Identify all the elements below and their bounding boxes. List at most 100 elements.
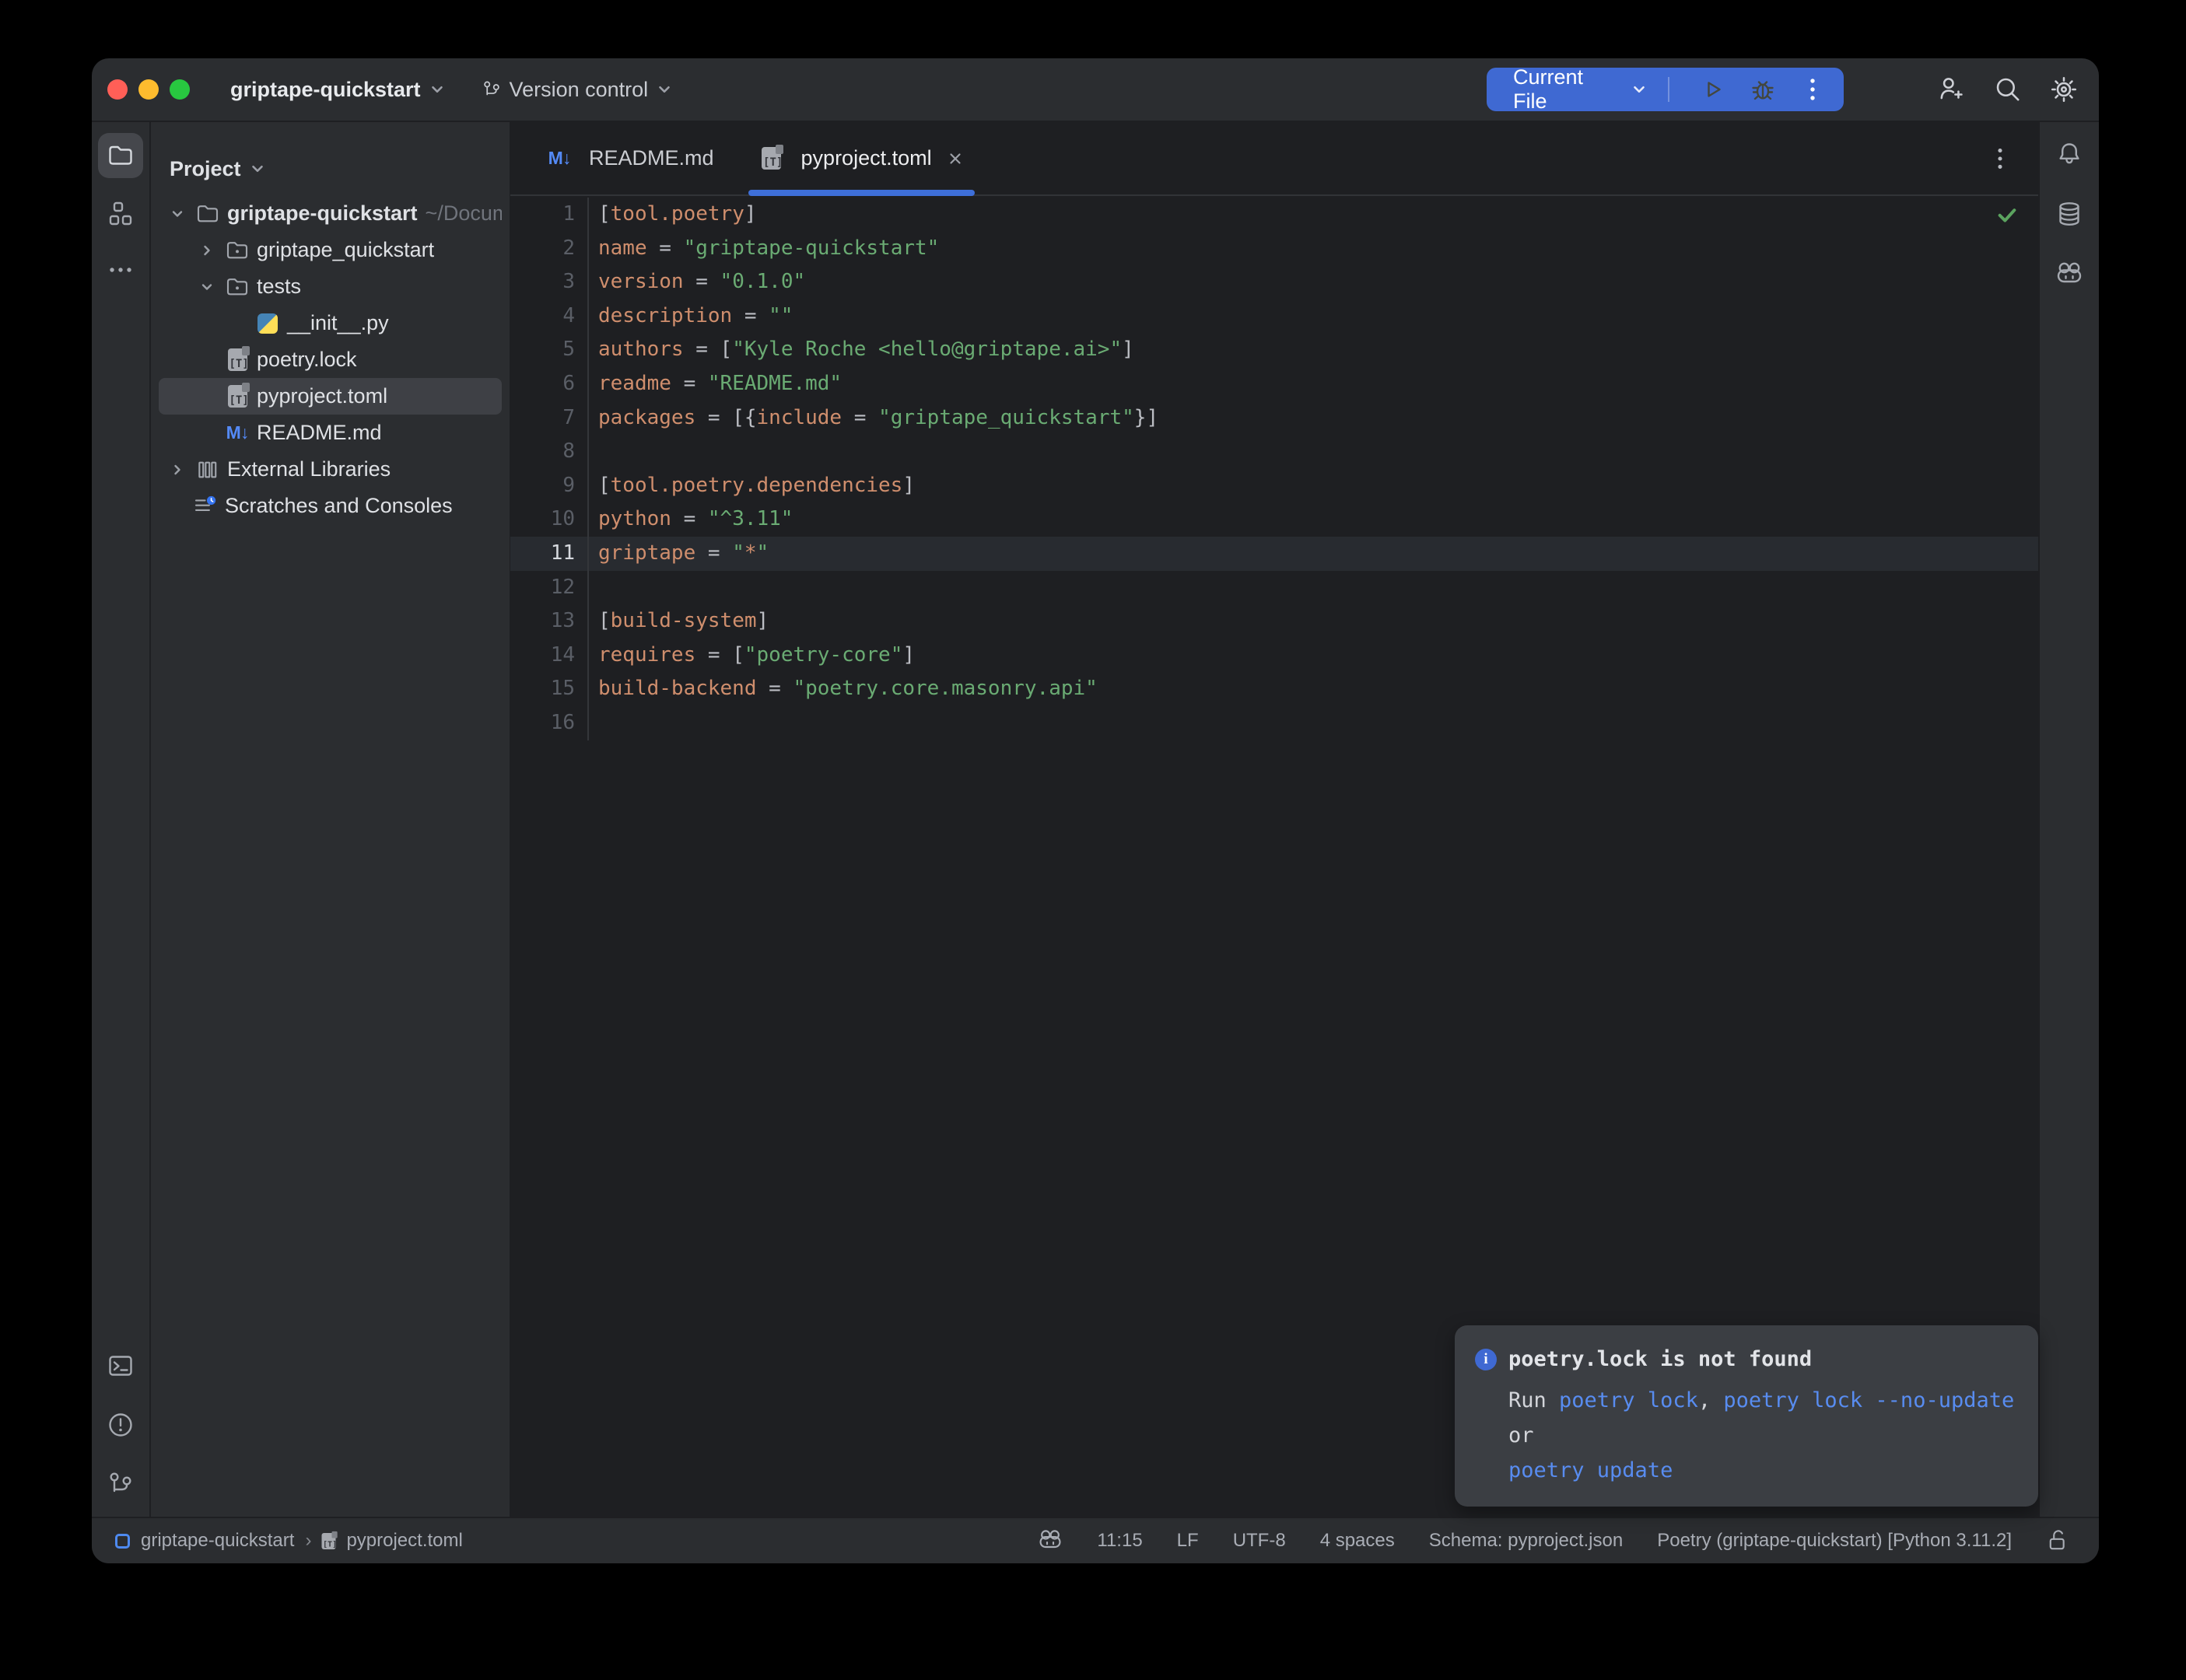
line-number[interactable]: 1	[510, 198, 589, 232]
search-everywhere-icon[interactable]	[1993, 75, 2023, 104]
code-text: requires = ["poetry-core"]	[589, 639, 915, 673]
run-configuration-selector[interactable]: Current File	[1513, 65, 1623, 114]
database-tool-button[interactable]	[2055, 200, 2083, 228]
tab-pyproject-toml[interactable]: [T]pyproject.toml	[742, 122, 981, 194]
tree-item-griptape-quickstart[interactable]: griptape_quickstart	[159, 232, 502, 268]
tree-item--init-py[interactable]: __init__.py	[159, 305, 502, 341]
editor-line-2[interactable]: 2name = "griptape-quickstart"	[510, 232, 2038, 266]
editor-line-13[interactable]: 13[build-system]	[510, 604, 2038, 639]
status-item-utf-8[interactable]: UTF-8	[1233, 1530, 1286, 1552]
tree-item-readme-md[interactable]: M↓README.md	[159, 415, 502, 451]
ai-assistant-tool-button[interactable]	[2055, 261, 2083, 289]
problems-tool-button[interactable]	[107, 1411, 135, 1439]
line-number[interactable]: 3	[510, 265, 589, 299]
notification-header: i poetry.lock is not found	[1475, 1342, 2018, 1377]
inspection-ok-check-icon[interactable]	[1995, 202, 2020, 227]
editor-line-8[interactable]: 8	[510, 435, 2038, 469]
tree-item-scratches-and-consoles[interactable]: Scratches and Consoles	[159, 488, 502, 524]
editor-line-14[interactable]: 14requires = ["poetry-core"]	[510, 639, 2038, 673]
notifications-bell-icon[interactable]	[2055, 139, 2083, 167]
line-number[interactable]: 7	[510, 401, 589, 436]
editor-line-4[interactable]: 4description = ""	[510, 299, 2038, 334]
unlock-icon[interactable]	[2046, 1528, 2071, 1553]
chevron-down-icon[interactable]	[199, 278, 225, 296]
code-with-me-icon[interactable]	[1937, 75, 1967, 104]
structure-tool-button[interactable]	[107, 200, 135, 228]
line-number[interactable]: 14	[510, 639, 589, 673]
debug-button[interactable]	[1749, 75, 1777, 103]
tab-readme-md[interactable]: M↓README.md	[530, 122, 731, 194]
tree-item-poetry-lock[interactable]: [T]poetry.lock	[159, 341, 502, 378]
close-window-button[interactable]	[107, 79, 128, 100]
zoom-window-button[interactable]	[170, 79, 190, 100]
project-selector[interactable]: griptape-quickstart	[230, 78, 446, 102]
editor-line-12[interactable]: 12	[510, 571, 2038, 605]
editor-line-7[interactable]: 7packages = [{include = "griptape_quicks…	[510, 401, 2038, 436]
status-item-11-15[interactable]: 11:15	[1097, 1530, 1142, 1552]
line-number[interactable]: 8	[510, 435, 589, 469]
library-icon	[195, 457, 220, 482]
tree-item-tests[interactable]: tests	[159, 268, 502, 305]
editor-line-16[interactable]: 16	[510, 706, 2038, 740]
line-number[interactable]: 15	[510, 672, 589, 706]
project-panel-title: Project	[170, 157, 241, 181]
line-number[interactable]: 13	[510, 604, 589, 639]
copilot-status-icon[interactable]	[1038, 1528, 1063, 1553]
editor-line-9[interactable]: 9[tool.poetry.dependencies]	[510, 469, 2038, 503]
line-number[interactable]: 9	[510, 469, 589, 503]
line-number[interactable]: 11	[510, 537, 589, 571]
settings-gear-icon[interactable]	[2049, 75, 2079, 104]
vcs-widget[interactable]: Version control	[482, 78, 674, 102]
more-run-options-button[interactable]	[1799, 75, 1827, 103]
tree-item-label: pyproject.toml	[257, 384, 387, 408]
editor-tab-bar: M↓README.md[T]pyproject.toml	[510, 122, 2038, 196]
editor-line-5[interactable]: 5authors = ["Kyle Roche <hello@griptape.…	[510, 333, 2038, 367]
editor-line-6[interactable]: 6readme = "README.md"	[510, 367, 2038, 401]
project-panel-header[interactable]: Project	[151, 122, 510, 194]
terminal-tool-button[interactable]	[107, 1352, 135, 1380]
more-tool-windows-button[interactable]	[107, 256, 135, 284]
editor-column: M↓README.md[T]pyproject.toml 1[tool.poet…	[510, 122, 2038, 1517]
tree-item-external-libraries[interactable]: External Libraries	[159, 451, 502, 488]
status-item-schema-pyproject-json[interactable]: Schema: pyproject.json	[1429, 1530, 1623, 1552]
status-item-poetry-griptape-quickstart-pyt[interactable]: Poetry (griptape-quickstart) [Python 3.1…	[1657, 1530, 2012, 1552]
breadcrumb-project[interactable]: griptape-quickstart	[141, 1530, 294, 1552]
run-button[interactable]	[1699, 75, 1727, 103]
tree-item-griptape-quickstart[interactable]: griptape-quickstart~/Docume	[159, 195, 502, 232]
status-item-lf[interactable]: LF	[1177, 1530, 1199, 1552]
editor[interactable]: 1[tool.poetry]2name = "griptape-quicksta…	[510, 196, 2038, 1517]
project-tool-button[interactable]	[98, 133, 143, 178]
version-control-tool-button[interactable]	[107, 1470, 135, 1498]
breadcrumb-file[interactable]: pyproject.toml	[346, 1530, 462, 1552]
editor-line-3[interactable]: 3version = "0.1.0"	[510, 265, 2038, 299]
module-icon	[115, 1534, 130, 1549]
notification-link-poetry-lock[interactable]: poetry lock	[1559, 1388, 1698, 1412]
line-number[interactable]: 5	[510, 333, 589, 367]
editor-line-1[interactable]: 1[tool.poetry]	[510, 198, 2038, 232]
minimize-window-button[interactable]	[138, 79, 159, 100]
editor-line-11[interactable]: 11griptape = "*"	[510, 537, 2038, 571]
line-number[interactable]: 10	[510, 502, 589, 537]
chevron-down-icon[interactable]	[170, 205, 195, 222]
markdown-file-icon: M↓	[547, 146, 572, 171]
tree-item-pyproject-toml[interactable]: [T]pyproject.toml	[159, 378, 502, 415]
notification-balloon[interactable]: i poetry.lock is not found Run poetry lo…	[1455, 1325, 2038, 1507]
editor-line-15[interactable]: 15build-backend = "poetry.core.masonry.a…	[510, 672, 2038, 706]
chevron-right-icon[interactable]	[199, 242, 225, 259]
chevron-right-icon[interactable]	[170, 461, 195, 478]
line-number[interactable]: 12	[510, 571, 589, 605]
line-number[interactable]: 4	[510, 299, 589, 334]
notification-link-poetry-lock-no-update[interactable]: poetry lock --no-update	[1723, 1388, 2014, 1412]
notification-body: Run poetry lock, poetry lock --no-update…	[1508, 1383, 2018, 1488]
line-number[interactable]: 2	[510, 232, 589, 266]
line-number[interactable]: 16	[510, 706, 589, 740]
tab-options-kebab-icon[interactable]	[1987, 145, 2013, 172]
line-number[interactable]: 6	[510, 367, 589, 401]
project-panel: Project griptape-quickstart~/Documegript…	[151, 122, 510, 1517]
status-item-4-spaces[interactable]: 4 spaces	[1320, 1530, 1395, 1552]
editor-line-10[interactable]: 10python = "^3.11"	[510, 502, 2038, 537]
close-tab-icon[interactable]	[947, 150, 964, 167]
tab-label: pyproject.toml	[801, 146, 932, 170]
scratch-icon	[193, 494, 218, 519]
notification-link-poetry-update[interactable]: poetry update	[1508, 1458, 1673, 1482]
